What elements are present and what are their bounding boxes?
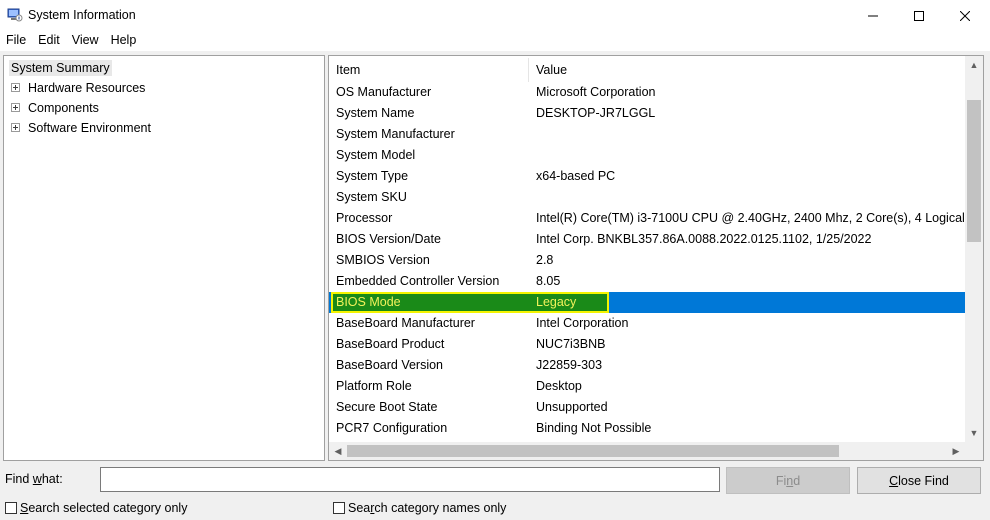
cell-item: SMBIOS Version [336, 253, 430, 267]
title-bar: System Information [0, 0, 990, 31]
cell-item: BaseBoard Manufacturer [336, 316, 475, 330]
tree-item-label: Software Environment [28, 121, 151, 135]
system-information-app-icon [7, 8, 23, 22]
menu-help[interactable]: Help [105, 31, 143, 51]
cell-value: Intel(R) Core(TM) i3-7100U CPU @ 2.40GHz… [536, 211, 966, 225]
table-row[interactable]: Processor Intel(R) Core(TM) i3-7100U CPU … [329, 208, 966, 229]
menu-bar: File Edit View Help [0, 31, 990, 51]
cell-value: 2.8 [536, 253, 554, 267]
cell-value: Legacy [536, 295, 577, 309]
cell-value: Unsupported [536, 400, 608, 414]
window-title: System Information [28, 8, 136, 22]
table-row[interactable]: BaseBoard Version J22859-303 [329, 355, 965, 376]
find-what-input[interactable] [100, 467, 720, 492]
cell-value [536, 187, 966, 208]
tree-item-system-summary[interactable]: System Summary [9, 58, 112, 78]
cell-item: BaseBoard Version [336, 358, 444, 372]
scroll-left-icon[interactable]: ◀ [329, 442, 347, 460]
details-list: Item Value OS Manufacturer Microsoft Corp… [328, 55, 984, 461]
menu-view[interactable]: View [66, 31, 105, 51]
details-rows: OS Manufacturer Microsoft Corporation Syst… [329, 82, 966, 439]
table-row[interactable]: PCR7 Configuration Binding Not Possible [329, 418, 965, 439]
expand-plus-icon[interactable] [11, 83, 20, 92]
cell-item: Platform Role [336, 379, 412, 393]
cell-value: J22859-303 [536, 358, 603, 372]
category-tree: System Summary Hardware Resources Compon… [3, 55, 325, 461]
cell-item: BIOS Version/Date [336, 232, 441, 246]
cell-item: System Manufacturer [336, 127, 455, 141]
scroll-right-icon[interactable]: ▶ [947, 442, 965, 460]
menu-file[interactable]: File [0, 31, 32, 51]
cell-item: BIOS Mode [336, 295, 401, 309]
cell-item: System Name [336, 106, 415, 120]
cell-value: x64-based PC [536, 169, 616, 183]
checkbox-unchecked[interactable] [5, 502, 17, 514]
horizontal-scroll-thumb[interactable] [347, 445, 839, 457]
cell-item: Embedded Controller Version [336, 274, 500, 288]
vertical-scrollbar[interactable]: ▲ ▼ [965, 56, 983, 442]
cell-value: Binding Not Possible [536, 421, 652, 435]
scrollbar-corner [965, 442, 983, 460]
table-row[interactable]: System SKU [329, 187, 965, 208]
search-category-names-checkbox[interactable]: Search category names only [333, 500, 506, 516]
table-row[interactable]: BaseBoard Product NUC7i3BNB [329, 334, 965, 355]
column-header-value[interactable]: Value [529, 58, 965, 82]
maximize-icon [914, 10, 924, 21]
minimize-icon [868, 15, 878, 16]
cell-value: 8.05 [536, 274, 561, 288]
table-row[interactable]: Platform Role Desktop [329, 376, 965, 397]
expand-plus-icon[interactable] [11, 123, 20, 132]
cell-item: BaseBoard Product [336, 337, 445, 351]
table-row[interactable]: System Manufacturer [329, 124, 965, 145]
checkbox-label: Search selected category only [20, 501, 188, 515]
cell-item: System Model [336, 148, 416, 162]
close-button[interactable] [942, 0, 988, 31]
scroll-down-icon[interactable]: ▼ [965, 424, 983, 442]
search-selected-category-checkbox[interactable]: Search selected category only [5, 500, 187, 516]
table-row[interactable]: BIOS Version/Date Intel Corp. BNKBL357.86… [329, 229, 965, 250]
close-icon [960, 10, 970, 21]
table-row[interactable]: SMBIOS Version 2.8 [329, 250, 965, 271]
horizontal-scrollbar[interactable]: ◀ ▶ [329, 442, 965, 460]
cell-value [536, 145, 966, 166]
cell-value: DESKTOP-JR7LGGL [536, 106, 656, 120]
table-row[interactable]: System Name DESKTOP-JR7LGGL [329, 103, 965, 124]
minimize-button[interactable] [850, 0, 896, 31]
tree-item-label: Components [28, 101, 99, 115]
cell-item: Processor [336, 211, 393, 225]
find-what-label: Find what: [5, 472, 63, 486]
table-row[interactable]: OS Manufacturer Microsoft Corporation [329, 82, 965, 103]
column-header-item[interactable]: Item [329, 58, 529, 82]
cell-value: Microsoft Corporation [536, 85, 656, 99]
cell-value: NUC7i3BNB [536, 337, 606, 351]
cell-item: OS Manufacturer [336, 85, 432, 99]
table-row[interactable]: System Model [329, 145, 965, 166]
maximize-button[interactable] [896, 0, 942, 31]
cell-value: Intel Corporation [536, 316, 629, 330]
cell-value: Desktop [536, 379, 582, 393]
menu-edit[interactable]: Edit [32, 31, 66, 51]
cell-item: System SKU [336, 190, 407, 204]
find-button[interactable]: Fi n d [726, 467, 850, 494]
checkbox-label: Search category names only [348, 501, 507, 515]
table-row[interactable]: BaseBoard Manufacturer Intel Corporation [329, 313, 965, 334]
cell-value: Intel Corp. BNKBL357.86A.0088.2022.0125.… [536, 232, 872, 246]
cell-value [536, 124, 966, 145]
tree-item-label: Hardware Resources [28, 81, 146, 95]
cell-item: Secure Boot State [336, 400, 438, 414]
vertical-scroll-thumb[interactable] [967, 100, 981, 242]
expand-plus-icon[interactable] [11, 103, 20, 112]
table-row[interactable]: BIOS Mode Legacy [329, 292, 965, 313]
checkbox-unchecked[interactable] [333, 502, 345, 514]
cell-item: PCR7 Configuration [336, 421, 448, 435]
tree-item-label: System Summary [9, 60, 112, 76]
scroll-up-icon[interactable]: ▲ [965, 56, 983, 74]
table-row[interactable]: System Type x64-based PC [329, 166, 965, 187]
close-find-button[interactable]: Close Find [857, 467, 981, 494]
table-row[interactable]: Embedded Controller Version 8.05 [329, 271, 965, 292]
table-row[interactable]: Secure Boot State Unsupported [329, 397, 965, 418]
cell-item: System Type [336, 169, 409, 183]
